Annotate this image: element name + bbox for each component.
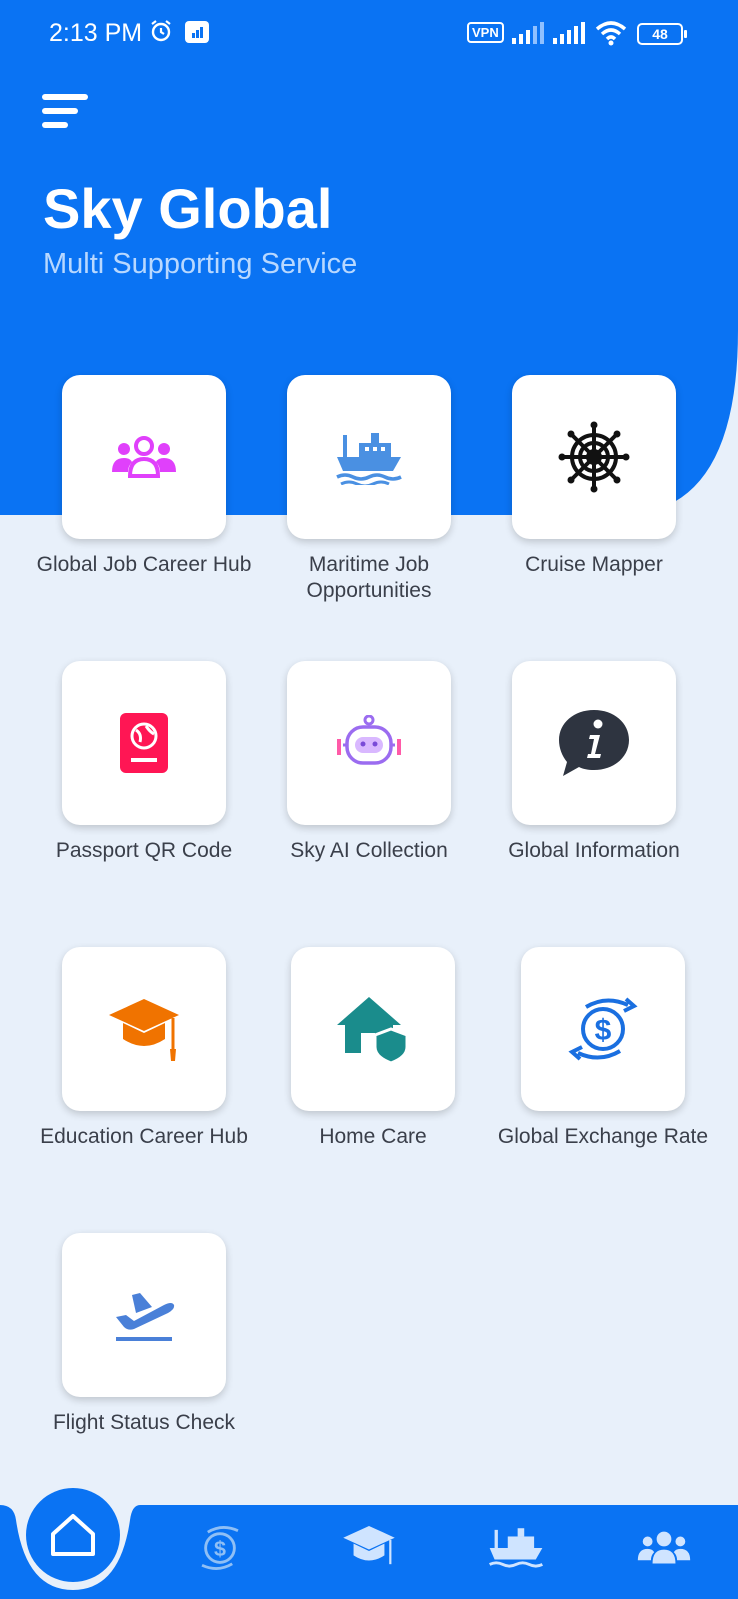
wifi-icon — [595, 21, 627, 46]
graduation-cap-icon — [109, 999, 179, 1061]
tile-maritime-job-opportunities[interactable] — [287, 375, 451, 539]
svg-text:$: $ — [214, 1536, 226, 1561]
tile-label: Passport QR Code — [55, 839, 233, 862]
tile-global-information[interactable] — [512, 661, 676, 825]
ship-icon — [489, 1528, 543, 1568]
people-group-icon — [637, 1531, 691, 1564]
currency-exchange-icon: $ — [568, 997, 638, 1061]
vpn-badge: VPN — [467, 22, 504, 43]
plane-departure-icon — [116, 1293, 175, 1341]
tile-label: Global Information — [508, 839, 680, 862]
tile-label: Home Care — [319, 1125, 427, 1148]
menu-line — [42, 94, 88, 100]
svg-text:$: $ — [595, 1014, 612, 1047]
menu-line — [42, 122, 68, 128]
tile-cruise-mapper[interactable] — [512, 375, 676, 539]
tile-global-exchange-rate[interactable]: $ — [521, 947, 685, 1111]
currency-exchange-icon: $ — [201, 1526, 239, 1570]
tile-home-care[interactable] — [291, 947, 455, 1111]
status-bar: 2:13 PM VPN 48 — [0, 0, 738, 66]
notification-icon — [185, 21, 209, 43]
status-time: 2:13 PM — [49, 19, 143, 47]
menu-button[interactable] — [42, 94, 88, 132]
tile-sky-ai-collection[interactable] — [287, 661, 451, 825]
nav-maritime-button[interactable] — [486, 1518, 546, 1578]
home-icon — [51, 1514, 95, 1556]
app-title: Sky Global — [43, 177, 333, 240]
battery-icon: 48 — [637, 23, 687, 45]
nav-education-button[interactable] — [339, 1518, 399, 1578]
app-subtitle: Multi Supporting Service — [43, 248, 358, 280]
tile-label: Maritime Job Opportunities — [306, 553, 432, 602]
tile-passport-qr-code[interactable] — [62, 661, 226, 825]
tile-label: Sky AI Collection — [290, 839, 448, 862]
alarm-icon — [151, 20, 171, 42]
tile-education-career-hub[interactable] — [62, 947, 226, 1111]
ship-wheel-icon — [558, 421, 630, 493]
robot-icon — [337, 715, 401, 765]
tile-label: Global Job Career Hub — [36, 553, 252, 576]
tile-label: Flight Status Check — [52, 1411, 236, 1434]
home-shield-icon — [337, 997, 409, 1063]
signal-icon — [512, 22, 544, 44]
tile-flight-status-check[interactable] — [62, 1233, 226, 1397]
tile-label: Global Exchange Rate — [497, 1125, 709, 1148]
nav-exchange-button[interactable]: $ — [190, 1518, 250, 1578]
menu-line — [42, 108, 78, 114]
nav-home-button[interactable] — [26, 1488, 120, 1582]
graduation-cap-icon — [343, 1525, 395, 1565]
tile-global-job-career-hub[interactable] — [62, 375, 226, 539]
ship-icon — [336, 433, 402, 485]
tile-label: Cruise Mapper — [525, 553, 663, 576]
signal-icon — [553, 22, 585, 44]
people-group-icon — [112, 436, 176, 478]
info-bubble-icon — [559, 710, 629, 776]
passport-icon — [120, 713, 168, 773]
tile-label: Education Career Hub — [40, 1125, 248, 1148]
nav-jobs-button[interactable] — [634, 1518, 694, 1578]
